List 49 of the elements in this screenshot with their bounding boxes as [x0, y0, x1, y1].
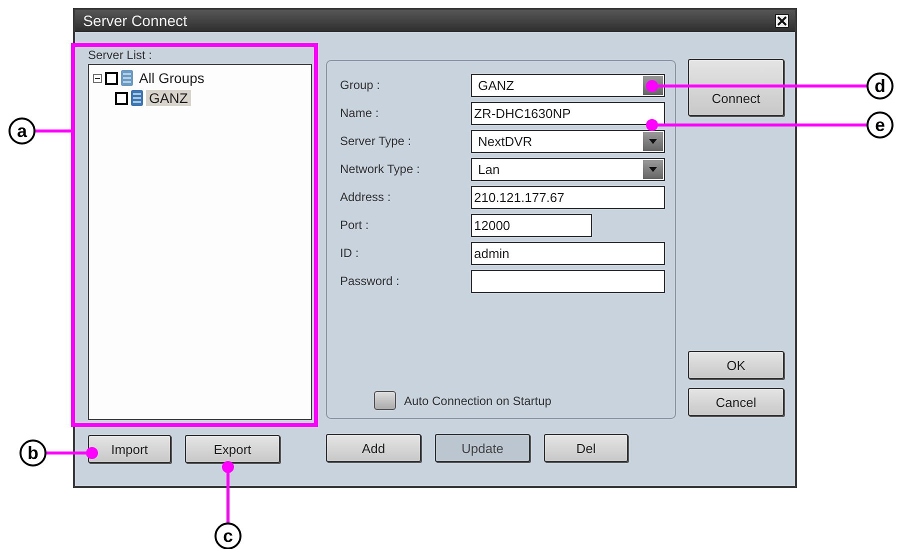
field-label: Name : — [340, 106, 380, 120]
server-list-label: Server List : — [88, 48, 154, 62]
cancel-button[interactable]: Cancel — [688, 388, 784, 416]
field-label: Address : — [340, 190, 392, 204]
window-title: Server Connect — [83, 12, 188, 30]
server-icon — [121, 70, 133, 86]
input-field[interactable] — [471, 270, 665, 292]
callout-circle — [20, 440, 46, 466]
callout-label: a — [17, 121, 27, 141]
field-label: ID : — [340, 246, 360, 260]
callout-label: c — [223, 526, 233, 546]
dropdown[interactable]: GANZ — [471, 74, 665, 96]
close-icon[interactable] — [775, 14, 789, 28]
tree-item[interactable]: GANZ — [146, 90, 191, 106]
dropdown[interactable]: Lan — [471, 158, 665, 180]
collapse-icon[interactable] — [93, 74, 102, 82]
callout-circle — [8, 118, 36, 144]
connect-button[interactable]: Connect — [688, 59, 784, 116]
callout-circle — [866, 112, 894, 138]
down-arrow-icon[interactable] — [649, 137, 657, 145]
checkbox[interactable] — [374, 391, 396, 410]
tree-item[interactable]: All Groups — [136, 70, 208, 86]
callout-label: e — [875, 115, 885, 135]
leader-line — [222, 461, 234, 523]
input-field[interactable]: admin — [471, 242, 665, 264]
field-label: Network Type : — [340, 162, 421, 176]
input-field[interactable]: 12000 — [471, 214, 592, 236]
ok-button[interactable]: OK — [688, 351, 784, 379]
delete-button[interactable]: Del — [544, 434, 628, 462]
callout-label: d — [874, 76, 886, 96]
checkbox-label: Auto Connection on Startup — [404, 394, 552, 408]
leader-line — [46, 447, 98, 459]
leader-line — [35, 130, 73, 132]
import-button[interactable]: Import — [88, 435, 171, 463]
field-label: Group : — [340, 78, 382, 92]
export-button[interactable]: Export — [185, 435, 280, 463]
field-label: Port : — [340, 218, 370, 232]
dropdown[interactable]: NextDVR — [471, 130, 665, 152]
field-label: Password : — [340, 274, 400, 288]
callout-label: b — [28, 443, 38, 463]
add-button[interactable]: Add — [326, 434, 421, 462]
server-icon — [131, 90, 143, 106]
field-label: Server Type : — [340, 134, 412, 148]
checkbox[interactable] — [115, 92, 128, 104]
input-field[interactable]: ZR-DHC1630NP — [471, 102, 665, 124]
down-arrow-icon[interactable] — [649, 165, 657, 173]
checkbox[interactable] — [105, 72, 118, 84]
input-field[interactable]: 210.121.177.67 — [471, 186, 665, 208]
callout-circle — [866, 72, 894, 100]
